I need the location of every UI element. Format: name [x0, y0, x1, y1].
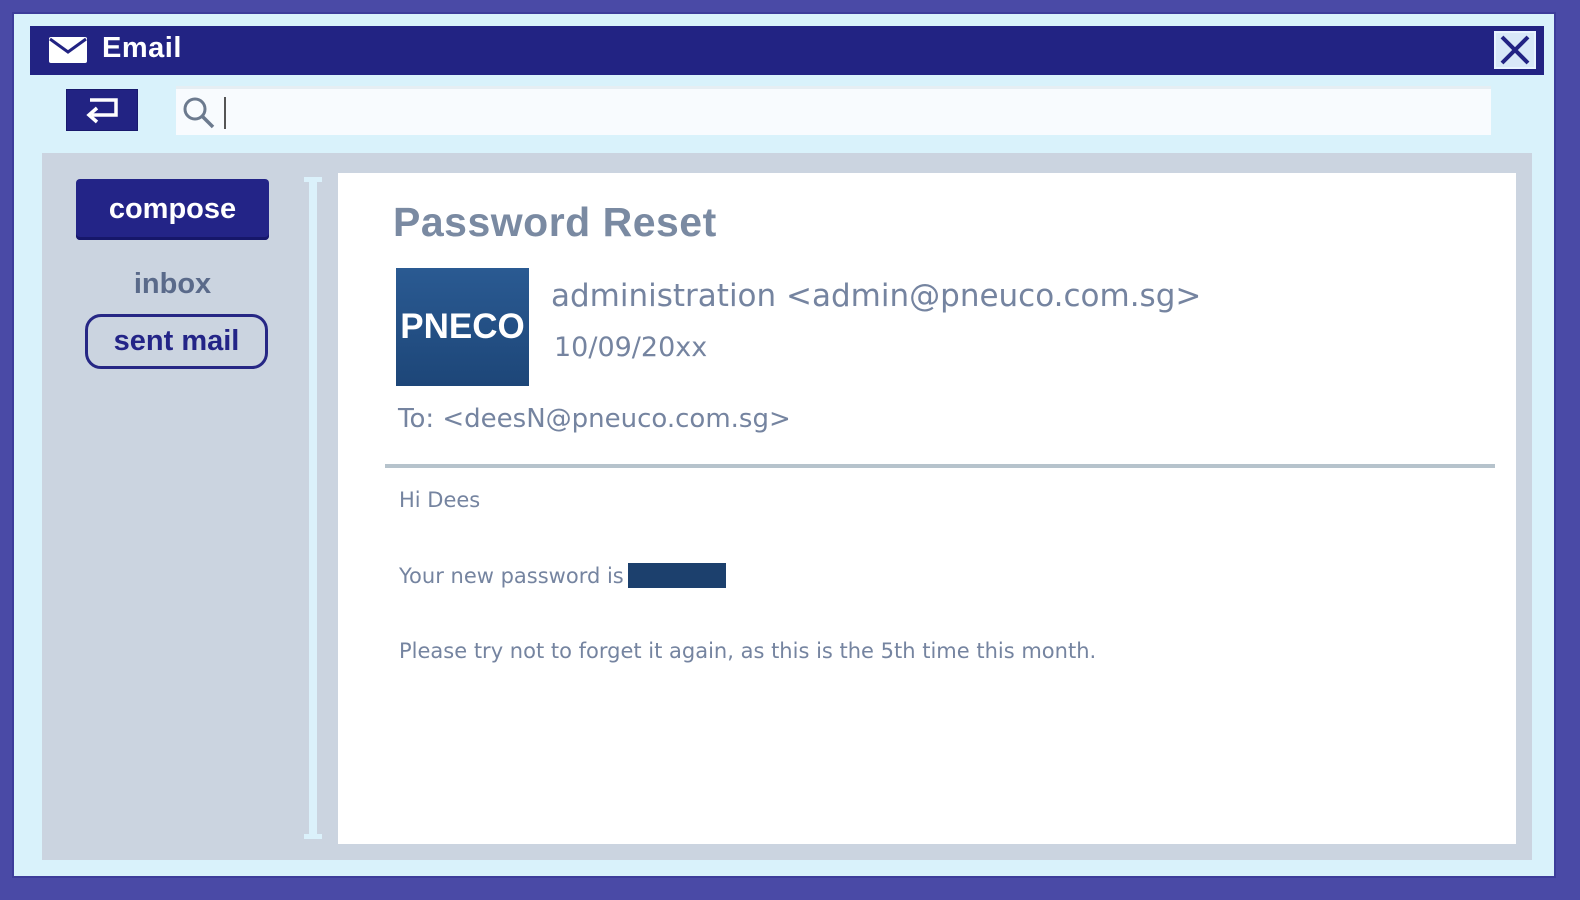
compose-button[interactable]: compose: [76, 179, 269, 240]
text-cursor: [224, 97, 226, 129]
sidebar-item-sent-mail[interactable]: sent mail: [85, 314, 268, 369]
sender-logo: PNECO: [396, 268, 529, 386]
email-greeting: Hi Dees: [399, 488, 481, 512]
close-button[interactable]: [1494, 31, 1536, 69]
email-sender: administration <admin@pneuco.com.sg>: [551, 278, 1202, 314]
email-date: 10/09/20xx: [554, 332, 708, 363]
scrollbar[interactable]: [304, 177, 322, 839]
return-arrow-icon: [86, 98, 118, 124]
close-icon: [1500, 35, 1530, 65]
search-bar[interactable]: [176, 86, 1491, 135]
email-view: Password Reset PNECO administration <adm…: [338, 173, 1516, 844]
email-password-line: Your new password is: [399, 562, 726, 590]
search-icon: [183, 97, 215, 129]
envelope-icon: [49, 37, 87, 63]
redacted-password: [627, 562, 726, 588]
sidebar-item-inbox[interactable]: inbox: [76, 262, 269, 306]
title-bar: Email: [30, 26, 1544, 75]
email-closing: Please try not to forget it again, as th…: [399, 639, 1097, 663]
search-input[interactable]: [222, 93, 1476, 133]
header-divider: [385, 464, 1495, 468]
email-recipient: To: <deesN@pneuco.com.sg>: [398, 404, 791, 434]
password-label: Your new password is: [399, 564, 624, 588]
back-button[interactable]: [66, 89, 138, 131]
email-subject: Password Reset: [393, 199, 717, 245]
window-title: Email: [102, 32, 182, 64]
